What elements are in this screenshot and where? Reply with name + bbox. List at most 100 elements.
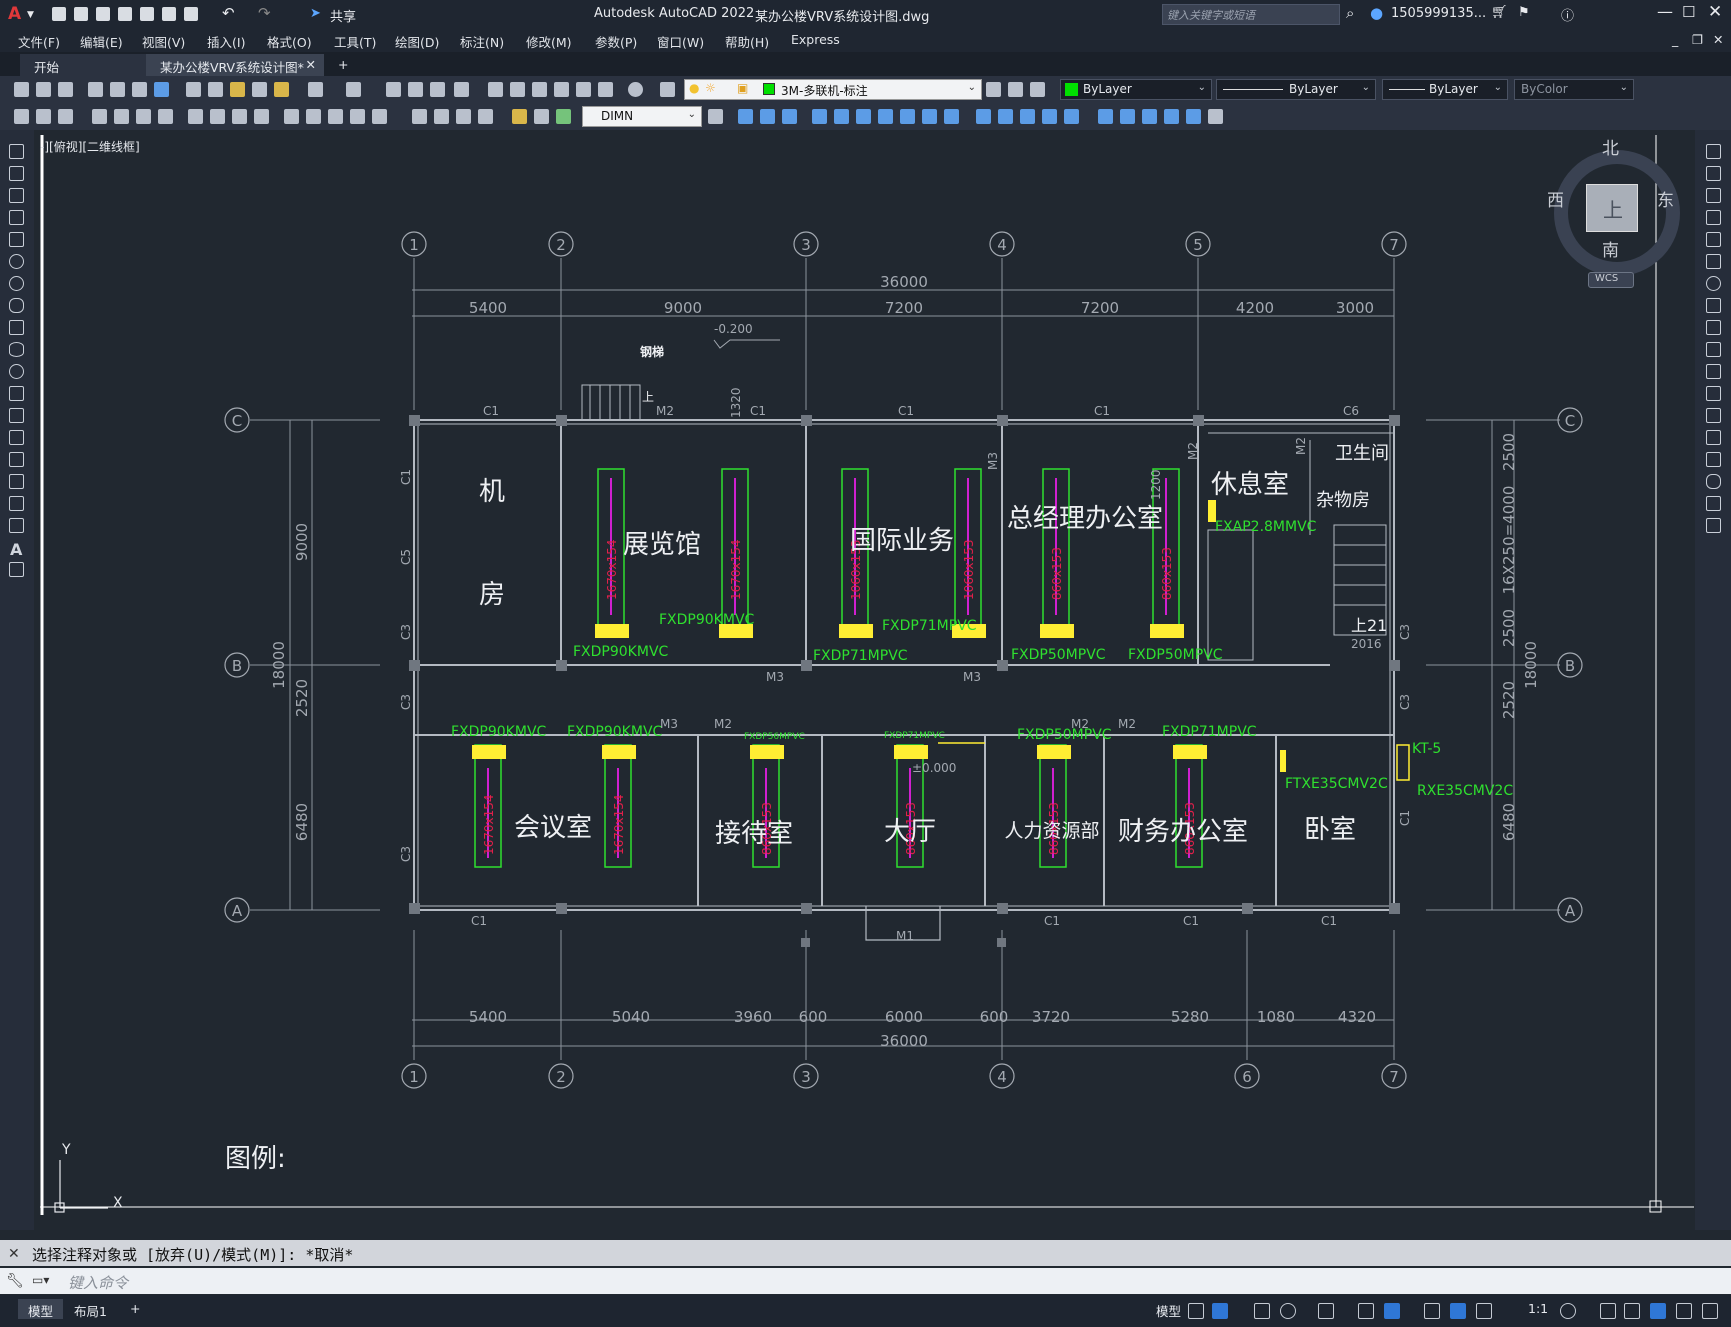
dimstyle-dropdown[interactable]: DIMN ⌄ [582,106,702,127]
break-at-point-icon[interactable] [1706,386,1721,401]
menu-draw[interactable]: 绘图(D) [395,32,439,51]
new-tab-icon[interactable]: + [332,54,348,76]
annotation-scale[interactable]: 1:1 [1518,1299,1558,1319]
move-icon[interactable] [1706,254,1721,269]
polar-icon[interactable] [1280,1303,1296,1319]
menu-tools[interactable]: 工具(T) [334,32,376,51]
scale-icon[interactable] [878,109,893,124]
quick-properties-icon[interactable] [1650,1303,1666,1319]
cart-icon[interactable]: 🛒︎ [1491,5,1508,20]
plot-icon[interactable] [88,82,103,97]
trim-icon[interactable] [1706,342,1721,357]
save-icon[interactable] [96,7,110,21]
command-menu-icon[interactable]: ▭▾ [32,1273,49,1287]
stretch-icon[interactable] [900,109,915,124]
doc-close-icon[interactable]: ✕ [1713,32,1723,47]
insert-block-icon[interactable] [9,386,24,401]
layout-tab-layout1[interactable]: 布局1 [64,1299,117,1319]
open-icon[interactable] [36,82,51,97]
dim-linear-icon[interactable] [14,109,29,124]
fillet-icon[interactable] [1042,109,1057,124]
close-icon[interactable]: ✕ [1708,2,1722,22]
splinedit-icon[interactable] [1186,109,1201,124]
app-logo[interactable]: A [8,4,21,24]
search-input[interactable]: 键入关键字或短语 [1167,7,1255,23]
add-layout-icon[interactable]: + [120,1299,150,1319]
construction-line-icon[interactable] [9,166,24,181]
menu-window[interactable]: 窗口(W) [657,32,704,51]
break-icon[interactable] [976,109,991,124]
quick-dim-icon[interactable] [210,109,225,124]
chamfer-icon[interactable] [1020,109,1035,124]
dim-ordinate-icon[interactable] [92,109,107,124]
compass-south[interactable]: 南 [1602,236,1619,261]
design-center-icon[interactable] [510,82,525,97]
user-name[interactable]: 1505999135... [1391,6,1486,21]
move-icon[interactable] [834,109,849,124]
fullscreen-icon[interactable] [1676,1303,1692,1319]
dim-space-icon[interactable] [284,109,299,124]
plus-icon[interactable] [1600,1303,1616,1319]
ortho-icon[interactable] [1254,1303,1270,1319]
dim-continue-icon[interactable] [254,109,269,124]
offset-icon[interactable] [782,109,797,124]
spline-icon[interactable] [9,320,24,335]
grid-icon[interactable] [1188,1303,1204,1319]
copy-obj-icon[interactable] [738,109,753,124]
web-save-icon[interactable] [162,7,176,21]
hatch-icon[interactable] [9,452,24,467]
compass-east[interactable]: 东 [1657,186,1674,211]
break-icon[interactable] [1706,408,1721,423]
sheet-set-icon[interactable] [554,82,569,97]
save-icon[interactable] [58,82,73,97]
make-block-icon[interactable] [9,408,24,423]
stretch-icon[interactable] [1706,320,1721,335]
auto-scale-icon[interactable] [1476,1303,1492,1319]
redo-icon[interactable] [346,82,361,97]
dim-style-icon[interactable] [512,109,527,124]
menu-help[interactable]: 帮助(H) [725,32,769,51]
minimize-icon[interactable]: — [1657,2,1673,21]
mtext-icon[interactable]: A [10,540,25,559]
tool-palettes-icon[interactable] [532,82,547,97]
lineweight-icon[interactable] [1424,1303,1440,1319]
drawing-canvas[interactable]: 1 2 3 4 5 7 1 2 3 4 6 7 C B A C B A 3600… [37,132,1695,1230]
inspect-icon[interactable] [372,109,387,124]
save-as-icon[interactable] [118,7,132,21]
join-icon[interactable] [998,109,1013,124]
block-editor-icon[interactable] [274,82,289,97]
zoom-window-icon[interactable] [430,82,445,97]
tab-drawing[interactable]: 某办公楼VRV系统设计图* ✕ [146,54,324,76]
3dprint-icon[interactable] [154,82,169,97]
menu-insert[interactable]: 插入(I) [207,32,245,51]
mirror-icon[interactable] [1706,188,1721,203]
table-icon[interactable] [9,518,24,533]
maximize-icon[interactable]: ☐ [1682,3,1695,21]
rotate-icon[interactable] [1706,276,1721,291]
dim-aligned-icon[interactable] [36,109,51,124]
make-current-layer-icon[interactable] [986,82,1001,97]
dim-style-manager-icon[interactable] [708,109,723,124]
web-open-icon[interactable] [140,7,154,21]
fillet-icon[interactable] [1706,474,1721,489]
ellipse-arc-icon[interactable] [9,364,24,379]
polygon-icon[interactable] [9,210,24,225]
doc-minimize-icon[interactable]: _ [1672,32,1678,47]
ellipse-icon[interactable] [9,342,24,357]
user-icon[interactable]: ● [1370,4,1383,22]
paste-icon[interactable] [230,82,245,97]
array-icon[interactable] [812,109,827,124]
compass-west[interactable]: 西 [1547,186,1564,211]
purge-icon[interactable] [1208,109,1223,124]
erase-icon[interactable] [1706,144,1721,159]
layer-match-icon[interactable] [1030,82,1045,97]
customization-icon[interactable] [1702,1303,1718,1319]
line-icon[interactable] [9,144,24,159]
jogged-linear-icon[interactable] [412,109,427,124]
share-icon[interactable]: ➤ [310,6,321,21]
dim-angular-icon[interactable] [188,109,203,124]
close-icon[interactable]: ✕ [8,1246,20,1262]
center-mark-icon[interactable] [350,109,365,124]
region-icon[interactable] [9,496,24,511]
explode-icon[interactable] [1064,109,1079,124]
